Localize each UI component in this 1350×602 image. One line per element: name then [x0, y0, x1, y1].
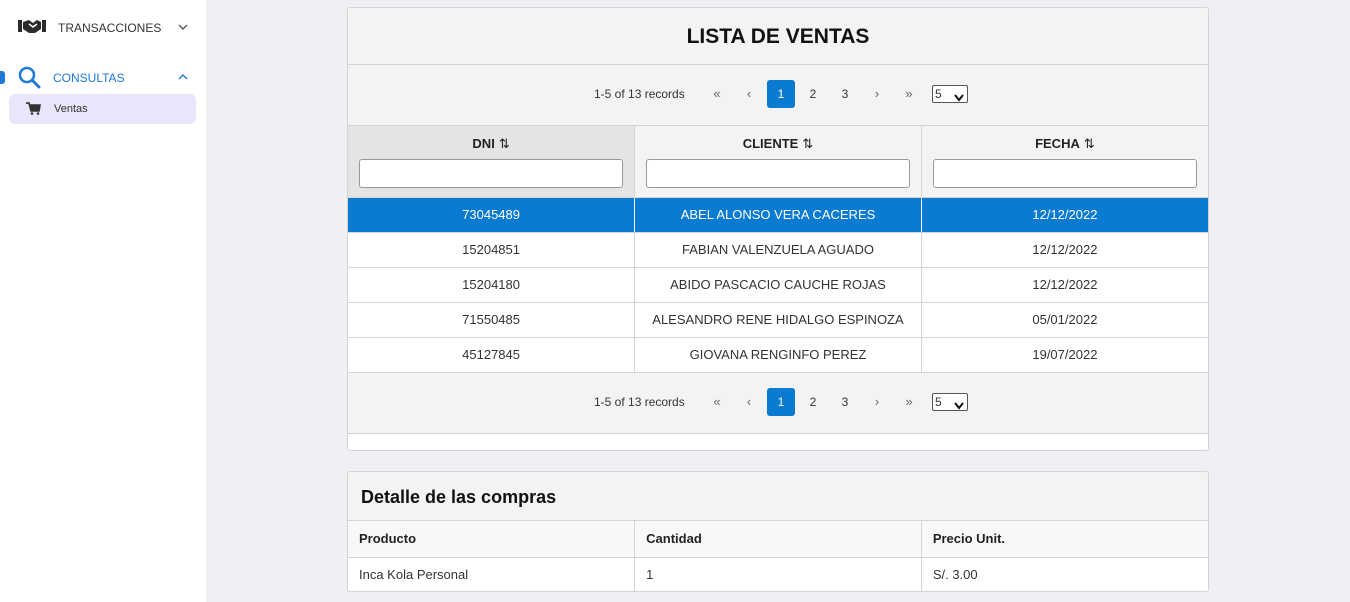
- column-label: DNI: [472, 136, 495, 151]
- records-count: 1-5 of 13 records: [594, 394, 685, 409]
- next-page-button[interactable]: ›: [865, 82, 889, 106]
- table-row[interactable]: 15204180 ABIDO PASCACIO CAUCHE ROJAS 12/…: [348, 267, 1208, 303]
- sales-table: DNI ⇅ CLIENTE ⇅ FECHA ⇅ 73045489 ABEL ALONS…: [348, 126, 1208, 373]
- menu-label: TRANSACCIONES: [58, 21, 162, 35]
- chevron-down-icon: [954, 398, 964, 414]
- paginator-bottom: 1-5 of 13 records « ‹ 1 2 3 › » 5: [348, 372, 1208, 434]
- rows-per-page-value: 5: [935, 394, 942, 409]
- chevron-down-icon: [954, 90, 964, 106]
- detail-table: Producto Cantidad Precio Unit. Inca Kola…: [348, 521, 1208, 591]
- cell-dni: 15204851: [348, 232, 636, 268]
- cell-fecha: 12/12/2022: [921, 197, 1208, 233]
- table-row[interactable]: 73045489 ABEL ALONSO VERA CACERES 12/12/…: [348, 197, 1208, 233]
- cell-dni: 45127845: [348, 337, 636, 373]
- page-button-3[interactable]: 3: [831, 80, 859, 108]
- menu-item-consultas[interactable]: CONSULTAS: [0, 62, 206, 92]
- cell-cliente: ABEL ALONSO VERA CACERES: [634, 197, 922, 233]
- cell-precio: S/. 3.00: [932, 567, 978, 583]
- cell-dni: 73045489: [348, 197, 636, 233]
- last-page-button[interactable]: »: [897, 390, 921, 414]
- page-button-2[interactable]: 2: [799, 388, 827, 416]
- menu-item-transacciones[interactable]: TRANSACCIONES: [0, 12, 206, 42]
- last-page-button[interactable]: »: [897, 82, 921, 106]
- cell-cantidad: 1: [634, 557, 922, 591]
- cell-fecha: 05/01/2022: [921, 302, 1208, 338]
- prev-page-button[interactable]: ‹: [737, 82, 761, 106]
- rows-per-page-select[interactable]: 5: [932, 85, 968, 103]
- cell-fecha: 12/12/2022: [921, 267, 1208, 303]
- first-page-button[interactable]: «: [705, 390, 729, 414]
- cell-fecha: 12/12/2022: [921, 232, 1208, 268]
- sort-icon: ⇅: [802, 136, 814, 151]
- table-row[interactable]: 15204851 FABIAN VALENZUELA AGUADO 12/12/…: [348, 232, 1208, 268]
- sales-panel: LISTA DE VENTAS 1-5 of 13 records « ‹ 1 …: [347, 7, 1209, 451]
- cell-cliente: ALESANDRO RENE HIDALGO ESPINOZA: [634, 302, 922, 338]
- table-row[interactable]: 45127845 GIOVANA RENGINFO PEREZ 19/07/20…: [348, 337, 1208, 373]
- column-header-dni[interactable]: DNI ⇅: [348, 126, 636, 198]
- column-label: CLIENTE: [742, 136, 799, 151]
- column-header-producto: Producto: [348, 521, 636, 558]
- column-label: FECHA: [1035, 136, 1080, 151]
- sidebar-item-ventas[interactable]: Ventas: [9, 94, 196, 124]
- sidebar-item-label: Ventas: [54, 103, 88, 115]
- table-row: Inca Kola Personal 1 S/. 3.00: [348, 557, 1208, 591]
- detail-panel: Detalle de las compras Producto Cantidad…: [347, 471, 1209, 592]
- first-page-button[interactable]: «: [705, 82, 729, 106]
- page-button-1[interactable]: 1: [767, 80, 795, 108]
- page-title: LISTA DE VENTAS: [348, 8, 1208, 65]
- paginator-top: 1-5 of 13 records « ‹ 1 2 3 › » 5: [348, 65, 1208, 126]
- page-button-2[interactable]: 2: [799, 80, 827, 108]
- chevron-down-icon: [177, 20, 189, 38]
- cell-fecha: 19/07/2022: [921, 337, 1208, 373]
- records-count: 1-5 of 13 records: [594, 87, 685, 101]
- detail-title: Detalle de las compras: [348, 472, 1208, 521]
- cell-cliente: FABIAN VALENZUELA AGUADO: [634, 232, 922, 268]
- cell-dni: 15204180: [348, 267, 636, 303]
- filter-input-fecha[interactable]: [932, 159, 1197, 188]
- column-header-precio: Precio Unit.: [921, 521, 1208, 558]
- column-header-fecha[interactable]: FECHA ⇅: [921, 126, 1208, 198]
- page-button-1[interactable]: 1: [767, 387, 795, 416]
- sort-icon: ⇅: [1083, 136, 1095, 151]
- cell-dni: 71550485: [348, 302, 636, 338]
- chevron-up-icon: [177, 70, 189, 88]
- rows-per-page-value: 5: [935, 87, 942, 101]
- cart-icon: [26, 102, 41, 120]
- cell-cliente: ABIDO PASCACIO CAUCHE ROJAS: [634, 267, 922, 303]
- table-row[interactable]: 71550485 ALESANDRO RENE HIDALGO ESPINOZA…: [348, 302, 1208, 338]
- page-button-3[interactable]: 3: [831, 388, 859, 416]
- sidebar: TRANSACCIONES CONSULTAS Ventas: [0, 0, 206, 602]
- search-icon: [17, 65, 41, 94]
- prev-page-button[interactable]: ‹: [737, 390, 761, 414]
- cell-producto: Inca Kola Personal: [348, 557, 636, 591]
- handshake-icon: [18, 18, 46, 39]
- next-page-button[interactable]: ›: [865, 390, 889, 414]
- active-marker: [0, 71, 5, 84]
- column-header-cantidad: Cantidad: [634, 521, 922, 558]
- menu-label: CONSULTAS: [53, 71, 125, 85]
- rows-per-page-select[interactable]: 5: [932, 392, 968, 414]
- cell-cliente: GIOVANA RENGINFO PEREZ: [634, 337, 922, 373]
- filter-input-cliente[interactable]: [645, 159, 910, 188]
- sort-icon: ⇅: [498, 136, 510, 151]
- column-header-cliente[interactable]: CLIENTE ⇅: [634, 126, 922, 198]
- filter-input-dni[interactable]: [359, 159, 624, 188]
